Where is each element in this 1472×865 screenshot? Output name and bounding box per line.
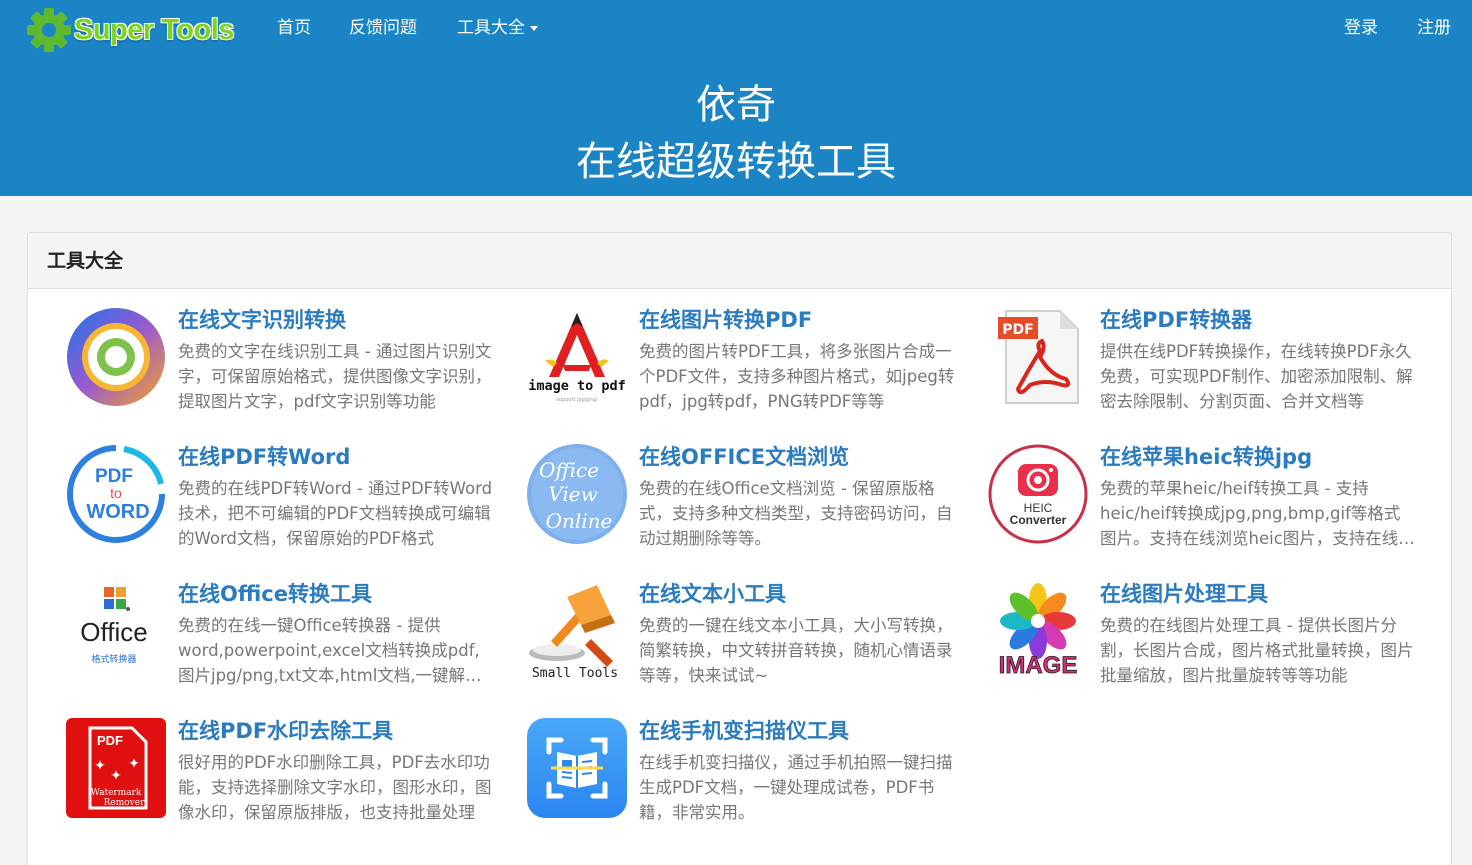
image-tools-icon: IMAGE [998,583,1078,679]
ocr-icon [67,308,165,406]
icon-label-remover: Remover [104,798,145,808]
tool-title[interactable]: 在线图片处理工具 [1100,579,1268,609]
gear-icon [27,8,71,52]
tool-description: 提供在线PDF转换操作，在线转换PDF永久免费，可实现PDF制作、加密添加限制、… [1100,342,1413,411]
tool-card-heic[interactable]: HEIC Converter 在线苹果heic转换jpg 免费的苹果heic/h… [988,444,1428,564]
icon-label-watermark: Watermark [91,788,142,798]
tool-description: 免费的文字在线识别工具 - 通过图片识别文字，可保留原始格式，提供图像文字识别，… [178,342,492,411]
panel-title: 工具大全 [47,250,124,272]
hero-subtitle: 在线超级转换工具 [576,139,896,185]
nav-register[interactable]: 注册 [1417,16,1451,40]
tool-title[interactable]: 在线PDF转换器 [1100,305,1252,335]
svg-text:✦: ✦ [128,756,140,772]
image-to-pdf-icon: image to pdf support jpg/png/ [528,313,626,403]
nav-login[interactable]: 登录 [1344,16,1378,40]
tool-title[interactable]: 在线PDF转Word [178,442,350,472]
tool-title[interactable]: 在线苹果heic转换jpg [1100,442,1312,472]
caret-down-icon [530,25,538,31]
icon-label: PDF [1002,322,1033,338]
icon-label: image to pdf [528,378,626,394]
tool-description: 免费的图片转PDF工具，将多张图片合成一个PDF文件，支持多种图片格式，如jpe… [639,342,955,411]
office-converter-icon: Office 格式转换器 [80,587,148,665]
icon-label-office: Office [539,458,599,482]
nav-home[interactable]: 首页 [277,16,311,40]
tool-title[interactable]: 在线OFFICE文档浏览 [639,442,849,472]
nav-tools-dropdown[interactable]: 工具大全 [457,16,538,40]
top-header: Super Tools 首页 反馈问题 工具大全 登录 注册 依奇 在线超级转换… [0,0,1472,196]
pdf-to-word-icon: PDF to WORD [67,445,165,543]
tool-card-pdf-to-word[interactable]: PDF to WORD 在线PDF转Word 免费的在线PDF转Word - 通… [66,444,506,564]
heic-converter-icon: HEIC Converter [988,444,1088,544]
brand-logo[interactable]: Super Tools [26,7,234,53]
tool-description: 很好用的PDF水印删除工具，PDF去水印功能，支持选择删除文字水印，图形水印，图… [178,753,492,822]
svg-text:✦: ✦ [110,768,122,784]
tool-card-scanner[interactable]: 在线手机变扫描仪工具 在线手机变扫描仪，通过手机拍照一键扫描生成PDF文档，一键… [527,718,967,838]
icon-sublabel: support jpg/png/ [556,397,598,403]
office-view-online-icon: Office View Online [527,444,627,544]
svg-text:✦: ✦ [94,758,106,774]
icon-label-converter: Converter [1010,513,1067,527]
tool-description: 免费的在线Office文档浏览 - 保留原版格式，支持多种文档类型，支持密码访问… [639,479,953,548]
tool-title[interactable]: 在线手机变扫描仪工具 [639,716,849,746]
tool-description: 在线手机变扫描仪，通过手机拍照一键扫描生成PDF文档，一键处理成试卷，PDF书籍… [639,753,953,822]
nav-feedback[interactable]: 反馈问题 [349,16,417,40]
tool-card-text-tools[interactable]: Small Tools 在线文本小工具 免费的一键在线文本小工具，大小写转换，简… [527,581,967,701]
tool-card-pdf-converter[interactable]: PDF 在线PDF转换器 提供在线PDF转换操作，在线转换PDF永久免费，可实现… [988,307,1428,427]
panel-heading: 工具大全 [28,233,1451,289]
tool-title[interactable]: 在线文本小工具 [639,579,786,609]
tool-card-office-converter[interactable]: Office 格式转换器 在线Office转换工具 免费的在线一键Office转… [66,581,506,701]
nav-tools-label: 工具大全 [457,18,525,38]
icon-label-converter: 格式转换器 [91,653,136,665]
tool-card-office-view[interactable]: Office View Online 在线OFFICE文档浏览 免费的在线Off… [527,444,967,564]
icon-label-word: WORD [86,501,149,523]
icon-label-to: to [110,485,122,501]
tools-panel: 工具大全 在线文字识别转换 免费的文字在线识别工具 - 通过图片识别文字，可保留… [27,232,1452,865]
small-tools-icon: Small Tools [529,585,618,681]
hero-title: 依奇 [696,82,776,128]
tool-title[interactable]: 在线图片转换PDF [639,305,812,335]
pdf-converter-icon: PDF [998,310,1079,404]
tool-description: 免费的在线一键Office转换器 - 提供word,powerpoint,exc… [178,616,482,685]
icon-label-view: View [548,482,597,506]
icon-label-office: Office [80,617,147,647]
brand-name: Super Tools [74,13,234,46]
icon-label-pdf: PDF [95,466,133,487]
tool-title[interactable]: 在线Office转换工具 [178,579,372,609]
tool-description: 免费的在线图片处理工具 - 提供长图片分割，长图片合成，图片格式批量转换，图片批… [1100,616,1414,685]
tool-description: 免费的一键在线文本小工具，大小写转换，简繁转换，中文转拼音转换，随机心情语录等等… [639,616,953,685]
scanner-icon [527,718,627,818]
tool-card-watermark-remover[interactable]: PDF ✦ ✦ ✦ Watermark Remover 在线PDF水印去除工具 … [66,718,506,838]
tool-description: 免费的苹果heic/heif转换工具 - 支持heic/heif转换成jpg,p… [1100,479,1415,548]
icon-label-online: Online [546,509,613,533]
tool-title[interactable]: 在线PDF水印去除工具 [178,716,393,746]
tool-card-ocr[interactable]: 在线文字识别转换 免费的文字在线识别工具 - 通过图片识别文字，可保留原始格式，… [66,307,506,427]
icon-label: Small Tools [532,666,618,681]
icon-label-pdf: PDF [97,733,123,748]
tool-card-image-to-pdf[interactable]: image to pdf support jpg/png/ 在线图片转换PDF … [527,307,967,427]
tool-description: 免费的在线PDF转Word - 通过PDF转Word技术，把不可编辑的PDF文档… [178,479,493,548]
tool-title[interactable]: 在线文字识别转换 [178,305,346,335]
tool-card-image-tools[interactable]: IMAGE 在线图片处理工具 免费的在线图片处理工具 - 提供长图片分割，长图片… [988,581,1428,701]
icon-label: IMAGE [999,652,1078,679]
watermark-remover-icon: PDF ✦ ✦ ✦ Watermark Remover [66,718,166,818]
